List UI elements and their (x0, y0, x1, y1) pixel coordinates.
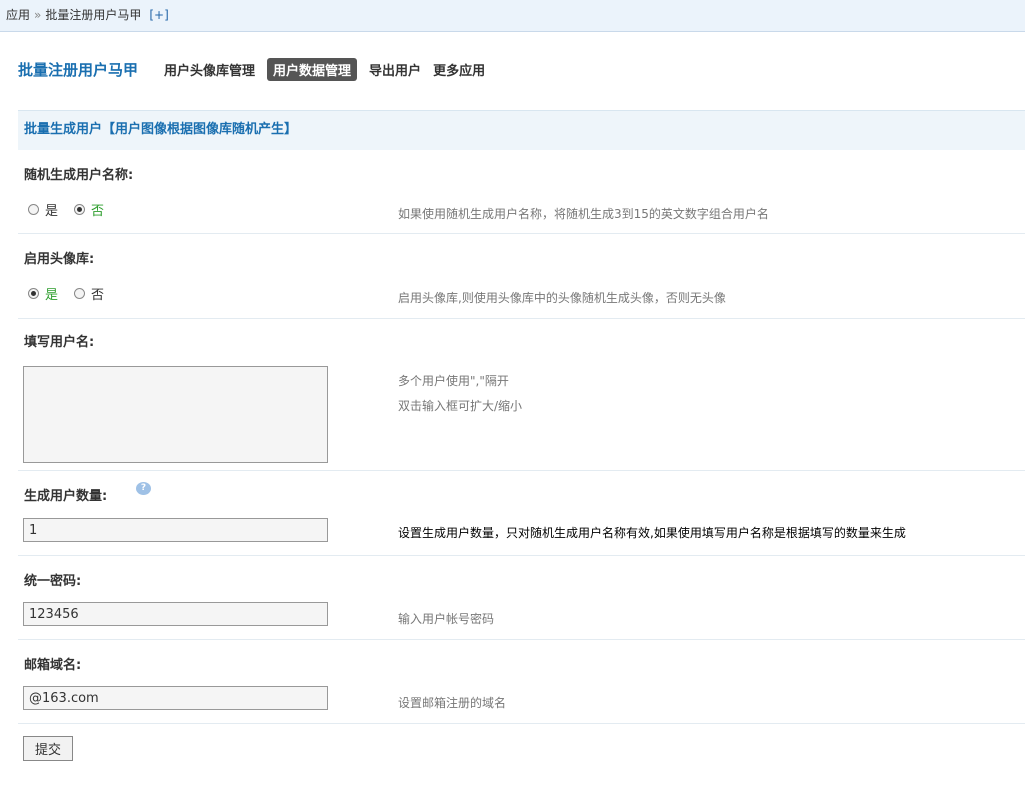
breadcrumb: 应用 » 批量注册用户马甲 [+] (0, 0, 1025, 32)
random-name-yes-label[interactable]: 是 (45, 200, 58, 219)
email-domain-tip: 设置邮箱注册的域名 (398, 696, 507, 710)
usernames-label: 填写用户名: (24, 335, 95, 350)
section-title: 批量生成用户【用户图像根据图像库随机产生】 (18, 110, 1025, 150)
nav-user-data[interactable]: 用户数据管理 (267, 57, 358, 81)
count-row: 生成用户数量: ? 设置生成用户数量，只对随机生成用户名称有效,如果使用填写用户… (18, 471, 1025, 556)
add-shortcut-link[interactable]: [+] (149, 8, 168, 22)
random-name-radio-group: 是 否 (28, 200, 120, 219)
avatar-lib-tip: 启用头像库,则使用头像库中的头像随机生成头像，否则无头像 (398, 291, 726, 305)
avatar-lib-label: 启用头像库: (24, 252, 95, 267)
nav-avatar-library[interactable]: 用户头像库管理 (164, 58, 255, 81)
email-domain-label: 邮箱域名: (24, 658, 82, 673)
random-name-no-radio[interactable] (74, 204, 86, 215)
submit-button[interactable]: 提交 (23, 736, 73, 761)
breadcrumb-separator: » (34, 8, 42, 22)
nav-export-users[interactable]: 导出用户 (369, 58, 421, 81)
count-input[interactable] (23, 518, 328, 542)
avatar-lib-radio-group: 是 否 (28, 284, 120, 303)
breadcrumb-current[interactable]: 批量注册用户马甲 (45, 8, 141, 22)
app-title: 批量注册用户马甲 (18, 60, 139, 79)
count-label: 生成用户数量: (24, 489, 108, 504)
usernames-tip-2: 双击输入框可扩大/缩小 (398, 399, 523, 413)
password-label: 统一密码: (24, 574, 82, 589)
nav-more-apps[interactable]: 更多应用 (433, 58, 485, 81)
avatar-lib-yes-radio[interactable] (28, 288, 39, 299)
password-input[interactable] (23, 602, 328, 626)
random-name-no-label[interactable]: 否 (91, 200, 104, 219)
usernames-tip-1: 多个用户使用","隔开 (398, 374, 509, 388)
avatar-lib-no-radio[interactable] (74, 288, 86, 299)
random-name-tip: 如果使用随机生成用户名称，将随机生成3到15的英文数字组合用户名 (398, 207, 769, 221)
password-row: 统一密码: 输入用户帐号密码 (18, 556, 1025, 640)
help-icon[interactable]: ? (136, 482, 151, 495)
random-name-row: 随机生成用户名称: 是 否 如果使用随机生成用户名称，将随机生成3到15的英文数… (18, 150, 1025, 234)
email-domain-input[interactable] (23, 686, 328, 710)
count-tip: 设置生成用户数量，只对随机生成用户名称有效,如果使用填写用户名称是根据填写的数量… (398, 526, 906, 540)
usernames-textarea[interactable] (23, 366, 328, 463)
avatar-lib-row: 启用头像库: 是 否 启用头像库,则使用头像库中的头像随机生成头像，否则无头像 (18, 234, 1025, 319)
avatar-lib-yes-label[interactable]: 是 (45, 284, 58, 303)
email-domain-row: 邮箱域名: 设置邮箱注册的域名 (18, 640, 1025, 724)
app-header: 批量注册用户马甲 用户头像库管理 用户数据管理 导出用户 更多应用 (18, 57, 497, 81)
random-name-label: 随机生成用户名称: (24, 168, 134, 183)
breadcrumb-root[interactable]: 应用 (6, 8, 30, 22)
usernames-row: 填写用户名: 多个用户使用","隔开 双击输入框可扩大/缩小 (18, 319, 1025, 471)
random-name-yes-radio[interactable] (28, 204, 39, 215)
password-tip: 输入用户帐号密码 (398, 612, 495, 626)
avatar-lib-no-label[interactable]: 否 (91, 284, 104, 303)
